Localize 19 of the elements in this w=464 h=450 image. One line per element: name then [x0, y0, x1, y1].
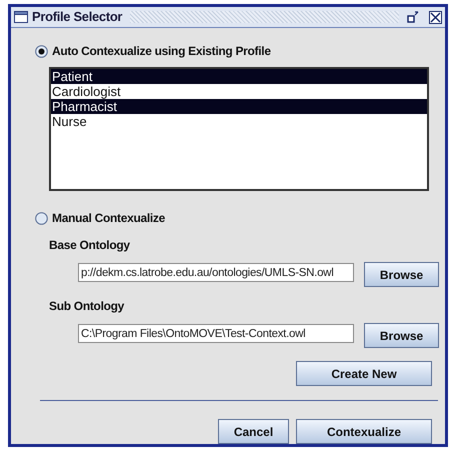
window-title: Profile Selector	[32, 8, 122, 26]
restore-icon[interactable]	[407, 11, 419, 23]
list-item[interactable]: Patient	[51, 69, 427, 84]
radio-button[interactable]	[35, 212, 48, 224]
cancel-button[interactable]: Cancel	[218, 419, 289, 444]
path-field[interactable]: p://dekm.cs.latrobe.edu.au/ontologies/UMLS-SN.owl	[78, 263, 354, 282]
contexualize-button[interactable]: Contexualize	[296, 419, 432, 444]
radio-label: Auto Contexualize using Existing Profile	[52, 43, 271, 60]
radio-label: Manual Contexualize	[52, 210, 165, 227]
window-icon	[14, 11, 28, 23]
close-icon[interactable]	[429, 10, 442, 24]
browse-button[interactable]: Browse	[364, 262, 439, 287]
path-field[interactable]: C:\Program Files\OntoMOVE\Test-Context.owl	[78, 324, 354, 343]
radio-button[interactable]	[35, 44, 48, 58]
list-item[interactable]: Pharmacist	[51, 99, 427, 114]
create-new-button[interactable]: Create New	[296, 361, 432, 386]
field-label: Base Ontology	[49, 237, 131, 254]
field-label: Sub Ontology	[49, 298, 126, 315]
browse-button[interactable]: Browse	[364, 323, 439, 348]
